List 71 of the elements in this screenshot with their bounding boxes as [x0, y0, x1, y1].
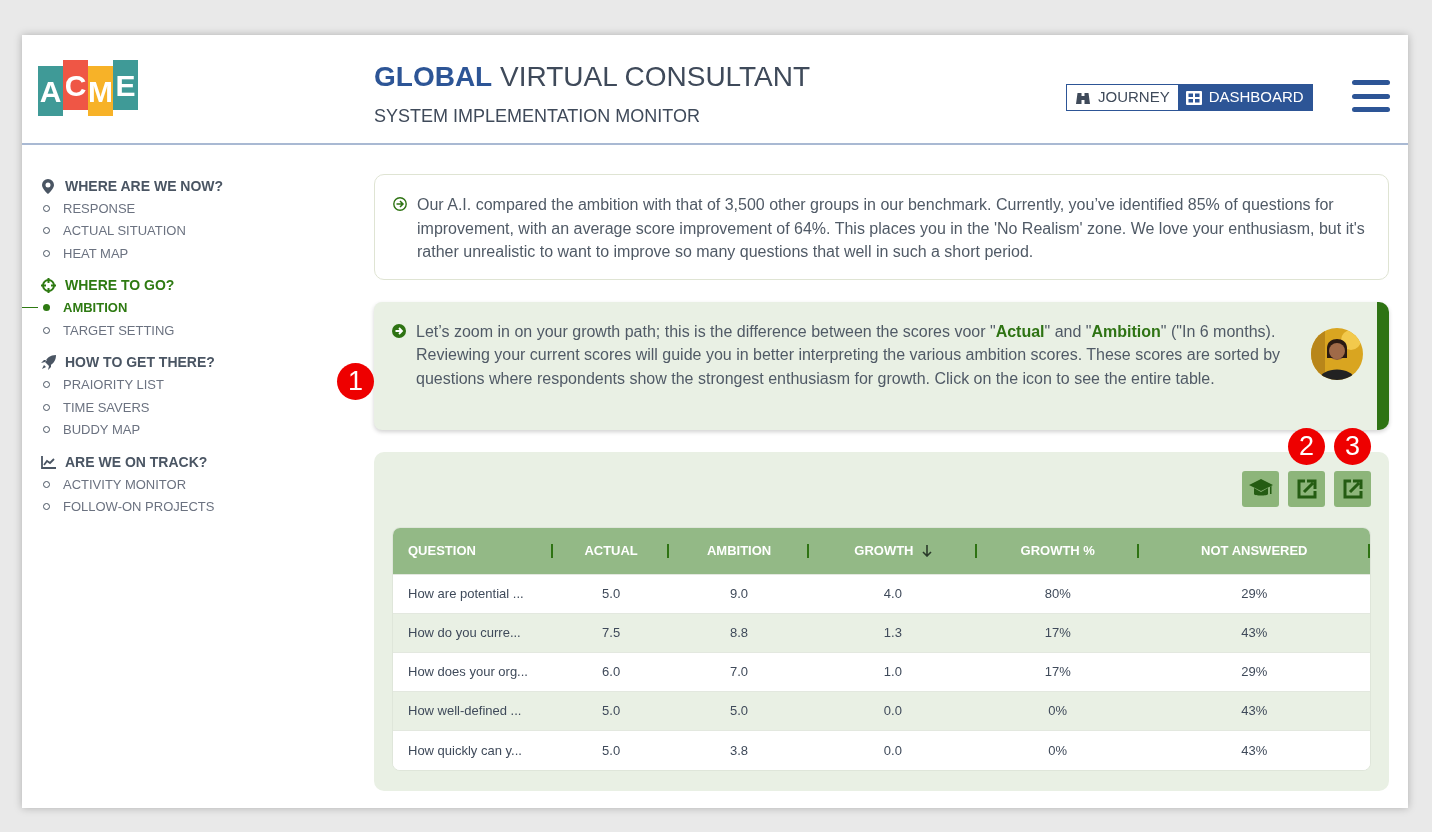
nav-link[interactable]: TIME SAVERS [63, 397, 150, 417]
table-cell: 5.0 [602, 742, 621, 758]
table-cell: 0.0 [883, 703, 902, 719]
table-cell: 9.0 [730, 586, 749, 602]
export-button[interactable] [1288, 470, 1325, 507]
table-cell: 43% [1241, 742, 1268, 758]
table-cell: How does your org... [408, 664, 528, 680]
table-cell: 5.0 [602, 703, 621, 719]
section-heading: HOW TO GET THERE? [65, 353, 215, 372]
section-heading: ARE WE ON TRACK? [65, 452, 208, 472]
chart-icon [40, 455, 56, 469]
pin-icon [42, 178, 54, 194]
export-icon [1296, 478, 1317, 499]
table-cell: 8.8 [730, 625, 749, 641]
table-cell: 43% [1241, 703, 1268, 719]
crosshair-icon [40, 278, 56, 293]
nav-link[interactable]: RESPONSE [63, 198, 136, 218]
message-text: Let’s zoom in on your growth path; this is the difference between the scores voor "Actual" and "Ambition" ("In 6 months). Reviewing your current scores will guide you in better interpreting the various ambition scores. These scores are sorted by questions where respondents show the strongest enthusiasm for growth. Click on the icon to see the entire table. [416, 321, 1282, 389]
nav-link[interactable]: FOLLOW-ON PROJECTS [63, 497, 215, 517]
callout-badge: 1 [337, 363, 374, 400]
binoculars-icon [1075, 90, 1091, 105]
export-button[interactable] [1334, 470, 1371, 507]
table-cell: 80% [1044, 586, 1071, 602]
logo-letter: C [63, 60, 88, 110]
nav-link[interactable]: HEAT MAP [63, 243, 129, 263]
message-text: Our A.I. compared the ambition with that of 3,500 other groups in our benchmark. Currently, you’ve identified 85% of questions for improvement, with an average score improvement of 64%. This places you in the 'No Realism' zone. We love your enthusiasm, but it's rather unrealistic to want to improve so many questions that well in such a short period. [417, 195, 1366, 262]
table-cell: 1.0 [883, 664, 902, 680]
table-cell: 5.0 [730, 703, 749, 719]
table-cell: 29% [1241, 664, 1268, 680]
nav-link[interactable]: TARGET SETTING [63, 320, 175, 340]
table-cell: 29% [1241, 586, 1268, 602]
nav-link[interactable]: BUDDY MAP [63, 420, 141, 440]
table-cell: 5.0 [602, 586, 621, 602]
table-cell: 43% [1241, 625, 1268, 641]
table-cell: How well-defined ... [408, 703, 522, 719]
rocket-icon [40, 355, 56, 370]
table-cell: 7.5 [602, 625, 621, 641]
table-cell: 4.0 [883, 586, 902, 602]
table-cell: How quickly can y... [408, 742, 522, 758]
dashboard-tab[interactable]: DASHBOARD [1177, 85, 1312, 110]
logo-letter: E [113, 60, 138, 110]
logo-letter: M [88, 66, 113, 116]
arrow-circle-icon [393, 197, 407, 211]
logo-letter: A [38, 66, 63, 116]
section-heading: WHERE ARE WE NOW? [65, 176, 224, 196]
nav-link[interactable]: ACTUAL SITUATION [63, 221, 186, 241]
menu-icon[interactable] [1352, 80, 1390, 112]
table-cell: How do you curre... [408, 625, 521, 641]
export-icon [1342, 478, 1363, 499]
section-heading: WHERE TO GO? [65, 276, 175, 295]
graduation-cap-icon [1248, 479, 1273, 498]
table-cell: 17% [1044, 625, 1071, 641]
acme-logo[interactable]: ACME [38, 60, 138, 117]
nav-link[interactable]: ACTIVITY MONITOR [63, 474, 187, 494]
table-cell: 0.0 [883, 742, 902, 758]
grid-icon [1185, 90, 1202, 105]
table-cell: 1.3 [883, 625, 902, 641]
table-cell: 7.0 [730, 664, 749, 680]
table-cell: 17% [1044, 664, 1071, 680]
table-cell: 0% [1048, 703, 1068, 719]
app-subtitle: SYSTEM IMPLEMENTATION MONITOR [374, 105, 702, 128]
nav-link[interactable]: AMBITION [63, 298, 128, 318]
table-cell: How are potential ... [408, 586, 524, 602]
table-cell: 6.0 [602, 664, 621, 680]
nav-link[interactable]: PRAIORITY LIST [63, 375, 164, 395]
table-cell: 0% [1048, 742, 1068, 758]
learn-button[interactable] [1242, 470, 1279, 507]
app-title: GLOBAL VIRTUAL CONSULTANT [374, 60, 811, 94]
active-line [22, 307, 38, 309]
table-cell: 3.8 [730, 742, 749, 758]
arrow-circle-icon [392, 323, 406, 338]
